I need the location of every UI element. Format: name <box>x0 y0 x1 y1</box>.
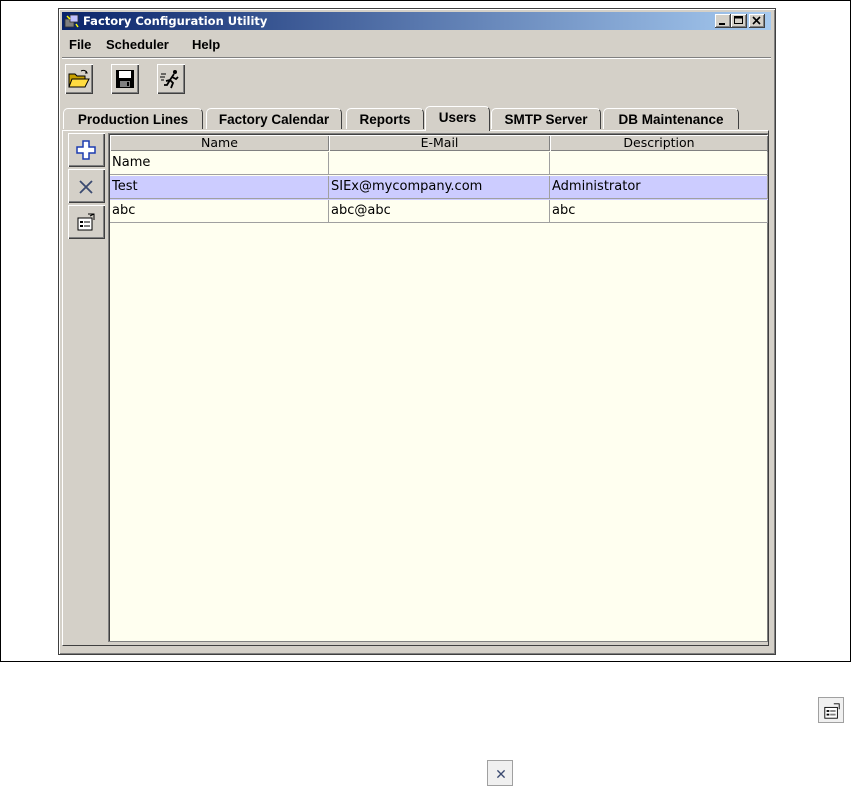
x-icon <box>496 769 506 779</box>
column-header-email[interactable]: E-Mail <box>329 135 550 151</box>
menu-file[interactable]: File <box>69 37 91 52</box>
cell-email[interactable]: SIEx@mycompany.com <box>329 176 550 199</box>
properties-icon <box>77 213 95 231</box>
cell-description[interactable]: abc <box>550 200 768 223</box>
app-window: Factory Configuration Utility File Sched… <box>58 8 776 655</box>
table-row[interactable]: abc abc@abc abc <box>110 200 768 224</box>
app-icon <box>64 14 79 28</box>
window-title: Factory Configuration Utility <box>83 14 268 28</box>
table-row-selected[interactable]: Test SIEx@mycompany.com Administrator <box>110 176 768 200</box>
user-properties-button[interactable] <box>68 205 105 239</box>
tab-factory-calendar[interactable]: Factory Calendar <box>206 108 342 129</box>
tab-db-maintenance[interactable]: DB Maintenance <box>603 108 739 129</box>
maximize-icon <box>734 16 743 24</box>
table-row[interactable]: Name <box>110 152 768 176</box>
cell-name[interactable]: abc <box>110 200 329 223</box>
save-button[interactable] <box>111 64 139 94</box>
maximize-button[interactable] <box>731 14 747 28</box>
cell-name[interactable]: Test <box>110 176 329 199</box>
delete-button-sample[interactable] <box>487 760 513 786</box>
close-icon <box>752 16 761 25</box>
x-icon <box>79 180 93 194</box>
delete-user-button[interactable] <box>68 169 105 203</box>
title-bar[interactable]: Factory Configuration Utility <box>62 12 771 30</box>
menu-help[interactable]: Help <box>192 37 220 52</box>
users-table: Name E-Mail Description Name Test SIEx@m… <box>108 133 768 642</box>
cell-email[interactable]: abc@abc <box>329 200 550 223</box>
menu-scheduler[interactable]: Scheduler <box>106 37 169 52</box>
add-user-button[interactable] <box>68 133 105 167</box>
cell-name[interactable]: Name <box>110 152 329 175</box>
menu-separator <box>62 57 771 59</box>
minimize-button[interactable] <box>715 14 731 28</box>
open-button[interactable] <box>65 64 93 94</box>
plus-icon <box>76 140 96 160</box>
running-man-icon <box>160 70 179 89</box>
floppy-disk-icon <box>116 70 134 88</box>
user-actions-toolbar <box>67 133 107 641</box>
cell-description[interactable]: Administrator <box>550 176 768 199</box>
run-button[interactable] <box>157 64 185 94</box>
tab-smtp-server[interactable]: SMTP Server <box>491 108 601 129</box>
column-header-description[interactable]: Description <box>550 135 768 151</box>
table-header: Name E-Mail Description <box>110 135 768 152</box>
tab-production-lines[interactable]: Production Lines <box>63 108 203 129</box>
tab-users[interactable]: Users <box>425 106 490 131</box>
minimize-icon <box>719 23 725 25</box>
users-panel: Name E-Mail Description Name Test SIEx@m… <box>62 130 769 646</box>
properties-icon <box>824 703 840 719</box>
folder-open-icon <box>68 69 90 88</box>
cell-email[interactable] <box>329 152 550 175</box>
properties-button-sample[interactable] <box>818 697 844 723</box>
tab-reports[interactable]: Reports <box>346 108 424 129</box>
column-header-name[interactable]: Name <box>110 135 329 151</box>
cell-description[interactable] <box>550 152 768 175</box>
close-button[interactable] <box>749 14 765 28</box>
menu-bar: File Scheduler Help <box>62 33 771 55</box>
